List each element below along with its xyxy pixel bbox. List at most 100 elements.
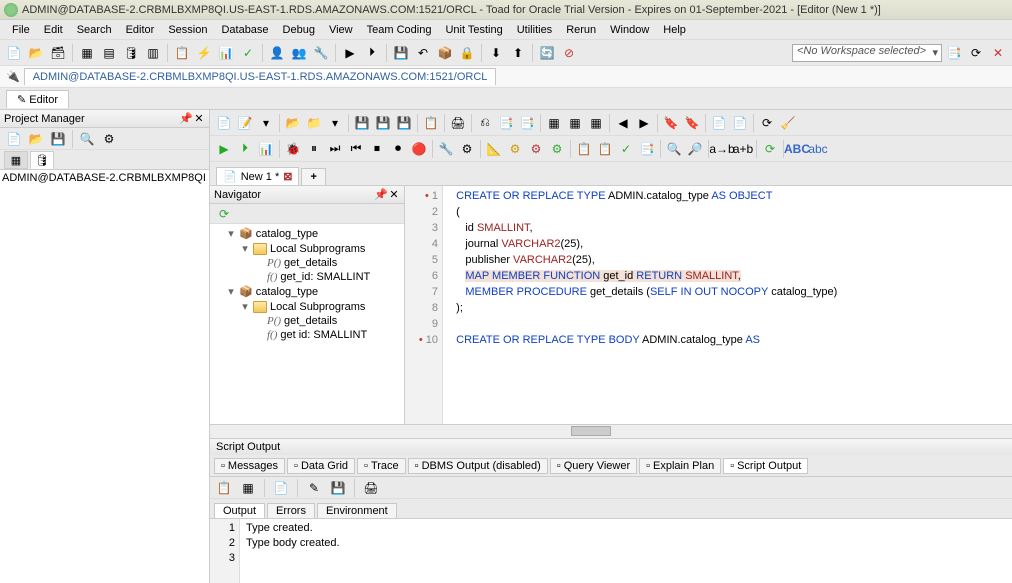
menu-search[interactable]: Search — [71, 22, 118, 38]
nav-item[interactable]: ▾📦catalog_type — [212, 284, 402, 299]
dbg5-icon[interactable]: ⏹ — [367, 139, 387, 159]
find-icon[interactable]: 🔍 — [664, 139, 684, 159]
menu-edit[interactable]: Edit — [38, 22, 69, 38]
pm-connection-item[interactable]: ADMIN@DATABASE-2.CRBMLBXMP8QI. — [2, 172, 207, 184]
out-t2-icon[interactable]: ▦ — [238, 478, 258, 498]
menu-team-coding[interactable]: Team Coding — [361, 22, 438, 38]
expand-icon[interactable]: ▾ — [226, 227, 236, 240]
output-tab-trace[interactable]: ▫Trace — [357, 458, 406, 474]
ed-plsql-icon[interactable]: 📄 — [709, 113, 729, 133]
subtab-errors[interactable]: Errors — [267, 503, 315, 518]
nav-item[interactable]: f()get id: SMALLINT — [212, 328, 402, 342]
db-icon[interactable]: 🛢 — [121, 43, 141, 63]
subtab-output[interactable]: Output — [214, 503, 265, 518]
out-copy-icon[interactable]: 📄 — [271, 478, 291, 498]
x1-icon[interactable]: 📋 — [574, 139, 594, 159]
z2-icon[interactable]: a+b — [733, 139, 753, 159]
session-icon[interactable]: 🔧 — [311, 43, 331, 63]
ws2-icon[interactable]: ⟳ — [966, 43, 986, 63]
menu-utilities[interactable]: Utilities — [511, 22, 558, 38]
output-tab-script-output[interactable]: ▫Script Output — [723, 458, 808, 474]
out-print-icon[interactable]: 🖨 — [361, 478, 381, 498]
output-tab-dbms-output-disabled-[interactable]: ▫DBMS Output (disabled) — [408, 458, 548, 474]
nav-pin-icon[interactable]: 📌 — [374, 188, 386, 201]
expand-icon[interactable]: ▾ — [240, 300, 250, 313]
dbg7-icon[interactable]: 🔴 — [409, 139, 429, 159]
stop-icon[interactable]: ⊘ — [559, 43, 579, 63]
nav-close-icon[interactable]: ✕ — [388, 188, 400, 201]
expand-icon[interactable]: ▾ — [226, 285, 236, 298]
cog3-icon[interactable]: ⚙ — [547, 139, 567, 159]
ed-open-icon[interactable]: 📂 — [283, 113, 303, 133]
h-scrollbar[interactable] — [210, 424, 1012, 438]
dbg6-icon[interactable]: ⏺ — [388, 139, 408, 159]
pm-new-icon[interactable]: 📄 — [4, 129, 24, 149]
ws1-icon[interactable]: 📑 — [944, 43, 964, 63]
commit-icon[interactable]: 💾 — [391, 43, 411, 63]
menu-help[interactable]: Help — [657, 22, 692, 38]
fmt-icon[interactable]: 📐 — [484, 139, 504, 159]
sql-tab-new1[interactable]: 📄 New 1 * ⊠ — [216, 167, 299, 185]
z1-icon[interactable]: a→b — [712, 139, 732, 159]
output-tab-explain-plan[interactable]: ▫Explain Plan — [639, 458, 721, 474]
ed-c2-icon[interactable]: 🔖 — [682, 113, 702, 133]
pm-cfg-icon[interactable]: ⚙ — [99, 129, 119, 149]
ed-a2-icon[interactable]: 📑 — [496, 113, 516, 133]
exec-icon[interactable]: ⚡ — [194, 43, 214, 63]
plan-icon[interactable]: 📊 — [216, 43, 236, 63]
new-icon[interactable]: 📄 — [4, 43, 24, 63]
ed-clip-icon[interactable]: 📋 — [421, 113, 441, 133]
check-icon[interactable]: ✓ — [238, 43, 258, 63]
ed-b2-icon[interactable]: ▦ — [565, 113, 585, 133]
out-edit-icon[interactable]: ✎ — [304, 478, 324, 498]
ed-b1-icon[interactable]: ▦ — [544, 113, 564, 133]
run-icon[interactable]: ⏵ — [362, 43, 382, 63]
group-icon[interactable]: 👥 — [289, 43, 309, 63]
sql-tab-close-icon[interactable]: ⊠ — [283, 170, 292, 183]
action1-icon[interactable]: ⬇ — [486, 43, 506, 63]
replace-icon[interactable]: 🔎 — [685, 139, 705, 159]
dbg1-icon[interactable]: 🐞 — [283, 139, 303, 159]
subtab-environment[interactable]: Environment — [317, 503, 397, 518]
editor-tab[interactable]: ✎ Editor — [6, 90, 69, 108]
menu-file[interactable]: File — [6, 22, 36, 38]
pm-filter-icon[interactable]: 🔍 — [77, 129, 97, 149]
ed-nav-back-icon[interactable]: ◀ — [613, 113, 633, 133]
proc-icon[interactable]: 📋 — [172, 43, 192, 63]
rollback-icon[interactable]: ↶ — [413, 43, 433, 63]
nav-item[interactable]: P()get_details — [212, 256, 402, 270]
dbg3-icon[interactable]: ⏭ — [325, 139, 345, 159]
case-upper-icon[interactable]: ABC — [787, 139, 807, 159]
ed-b3-icon[interactable]: ▦ — [586, 113, 606, 133]
ed-save-icon[interactable]: 💾 — [352, 113, 372, 133]
nav-item[interactable]: ▾📦catalog_type — [212, 226, 402, 241]
table-icon[interactable]: ▦ — [77, 43, 97, 63]
menu-unit-testing[interactable]: Unit Testing — [439, 22, 508, 38]
pm-save-icon[interactable]: 💾 — [48, 129, 68, 149]
menu-editor[interactable]: Editor — [120, 22, 161, 38]
dbg2-icon[interactable]: ⏸ — [304, 139, 324, 159]
output-tab-query-viewer[interactable]: ▫Query Viewer — [550, 458, 637, 474]
case-lower-icon[interactable]: abc — [808, 139, 828, 159]
x2-icon[interactable]: 📋 — [595, 139, 615, 159]
output-tab-messages[interactable]: ▫Messages — [214, 458, 285, 474]
ref2-icon[interactable]: ⟳ — [760, 139, 780, 159]
sql-icon[interactable]: ▶ — [340, 43, 360, 63]
nav-item[interactable]: ▾Local Subprograms — [212, 299, 402, 314]
action2-icon[interactable]: ⬆ — [508, 43, 528, 63]
pin-icon[interactable]: 📌 — [179, 112, 191, 125]
code-editor[interactable]: • 123456789• 10 CREATE OR REPLACE TYPE A… — [405, 186, 1012, 424]
ed-drop2-icon[interactable]: ▾ — [325, 113, 345, 133]
menu-view[interactable]: View — [323, 22, 359, 38]
x3-icon[interactable]: 📑 — [637, 139, 657, 159]
chk-icon[interactable]: ✓ — [616, 139, 636, 159]
refresh-icon[interactable]: 🔄 — [537, 43, 557, 63]
out-save-icon[interactable]: 💾 — [328, 478, 348, 498]
close-icon[interactable]: ✕ — [193, 112, 205, 125]
user-icon[interactable]: 👤 — [267, 43, 287, 63]
dbg4-icon[interactable]: ⏮ — [346, 139, 366, 159]
out-t1-icon[interactable]: 📋 — [214, 478, 234, 498]
ed-clear-icon[interactable]: 🧹 — [778, 113, 798, 133]
ed-new-icon[interactable]: 📄 — [214, 113, 234, 133]
pm-tree-icon[interactable]: ▦ — [4, 151, 28, 169]
